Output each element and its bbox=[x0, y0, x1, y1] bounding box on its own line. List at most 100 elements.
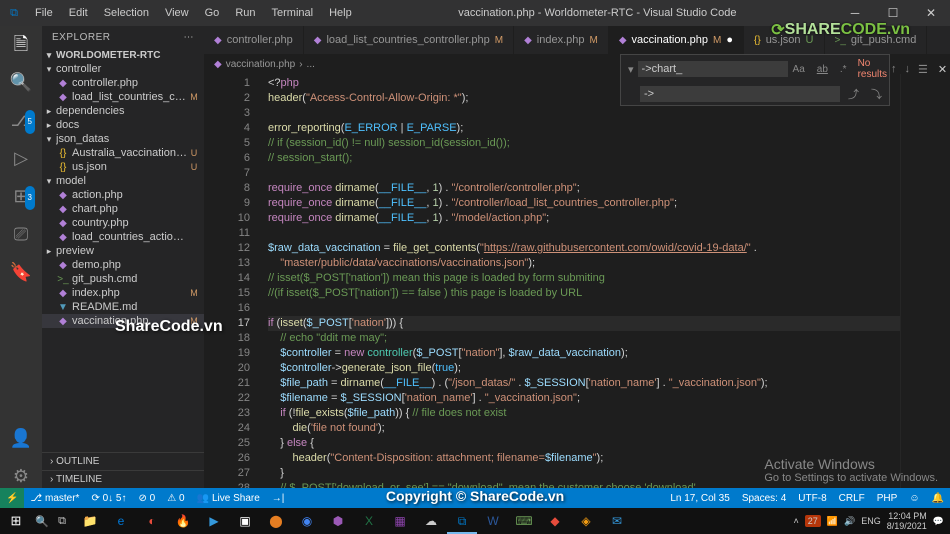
project-name[interactable]: WORLDOMETER-RTC bbox=[56, 50, 160, 61]
window-close-icon[interactable]: ✕ bbox=[912, 6, 950, 20]
window-minimize-icon[interactable]: ─ bbox=[836, 6, 874, 20]
find-input[interactable] bbox=[638, 61, 788, 77]
editor-tab[interactable]: ◆controller.php bbox=[204, 26, 304, 54]
language-mode[interactable]: PHP bbox=[871, 493, 904, 504]
remote-icon[interactable]: ⎚ bbox=[9, 222, 33, 246]
find-next-icon[interactable]: ↓ bbox=[901, 63, 915, 75]
tray-network-icon[interactable]: 📶 bbox=[827, 516, 838, 527]
menu-view[interactable]: View bbox=[158, 4, 196, 22]
file-item[interactable]: ◆chart.php bbox=[42, 202, 204, 216]
notifications-icon[interactable]: 🔔 bbox=[926, 493, 950, 504]
git-branch[interactable]: ⎇ master* bbox=[24, 493, 85, 504]
folder-item[interactable]: ▸docs bbox=[42, 118, 204, 132]
taskbar-app[interactable]: ⬤ bbox=[261, 508, 291, 534]
eol[interactable]: CRLF bbox=[833, 493, 871, 504]
folder-item[interactable]: ▾controller bbox=[42, 62, 204, 76]
regex-icon[interactable]: .* bbox=[835, 61, 852, 78]
explorer-icon[interactable]: 🗎 bbox=[9, 32, 33, 56]
file-item[interactable]: ◆action.php bbox=[42, 188, 204, 202]
tray-notifications-icon[interactable]: 💬 bbox=[933, 516, 944, 527]
taskbar-word[interactable]: W bbox=[478, 508, 508, 534]
taskbar-app[interactable]: 📁 bbox=[75, 508, 105, 534]
tray-language[interactable]: ENG bbox=[861, 516, 881, 526]
tray-volume-icon[interactable]: 🔊 bbox=[844, 516, 855, 527]
editor-tab[interactable]: ◆vaccination.phpM● bbox=[609, 26, 744, 54]
file-item[interactable]: >_git_push.cmd bbox=[42, 272, 204, 286]
replace-one-icon[interactable]: ⤴ bbox=[844, 86, 863, 102]
taskbar-app[interactable]: ◆ bbox=[540, 508, 570, 534]
tray-expand-icon[interactable]: ˄ bbox=[794, 516, 799, 526]
file-item[interactable]: ◆demo.php bbox=[42, 258, 204, 272]
code-editor[interactable]: 1234567891011121314151617181920212223242… bbox=[204, 74, 950, 488]
taskbar-excel[interactable]: X bbox=[354, 508, 384, 534]
menu-terminal[interactable]: Terminal bbox=[265, 4, 321, 22]
extensions-icon[interactable]: ⊞3 bbox=[9, 184, 33, 208]
minimap[interactable] bbox=[900, 74, 950, 488]
folder-item[interactable]: ▾json_datas bbox=[42, 132, 204, 146]
menu-run[interactable]: Run bbox=[228, 4, 262, 22]
find-close-icon[interactable]: ✕ bbox=[932, 63, 950, 76]
taskbar-chrome[interactable]: ◉ bbox=[292, 508, 322, 534]
taskbar-app[interactable]: ◈ bbox=[571, 508, 601, 534]
match-word-icon[interactable]: ab bbox=[812, 61, 833, 78]
file-item[interactable]: ◆load_countries_action.php bbox=[42, 230, 204, 244]
taskbar-search-icon[interactable]: 🔍 bbox=[32, 515, 52, 528]
account-icon[interactable]: 👤 bbox=[9, 426, 33, 450]
editor-tab[interactable]: ◆index.phpM bbox=[514, 26, 609, 54]
cursor-position[interactable]: Ln 17, Col 35 bbox=[664, 493, 736, 504]
menu-selection[interactable]: Selection bbox=[97, 4, 156, 22]
live-share[interactable]: 👥 Live Share bbox=[191, 493, 266, 504]
file-item[interactable]: {}us.jsonU bbox=[42, 160, 204, 174]
find-selection-icon[interactable]: ☰ bbox=[914, 63, 932, 76]
taskbar-edge[interactable]: e bbox=[106, 508, 136, 534]
replace-all-icon[interactable]: ⤵ bbox=[867, 86, 886, 102]
find-toggle-replace-icon[interactable]: ▾ bbox=[624, 63, 638, 76]
file-item[interactable]: ◆country.php bbox=[42, 216, 204, 230]
taskbar-app[interactable]: 🔥 bbox=[168, 508, 198, 534]
explorer-more-icon[interactable]: ⋯ bbox=[184, 32, 195, 43]
task-view-icon[interactable]: ⧉ bbox=[52, 515, 72, 528]
source-control-icon[interactable]: ⎇5 bbox=[9, 108, 33, 132]
timeline-section[interactable]: › TIMELINE bbox=[42, 470, 204, 488]
file-item[interactable]: ▼README.md bbox=[42, 300, 204, 314]
problems-errors[interactable]: ⊘ 0 bbox=[133, 493, 162, 504]
replace-input[interactable] bbox=[640, 86, 840, 102]
menu-edit[interactable]: Edit bbox=[62, 4, 95, 22]
file-item[interactable]: ◆index.phpM bbox=[42, 286, 204, 300]
run-debug-icon[interactable]: ▷ bbox=[9, 146, 33, 170]
status-indent[interactable]: →| bbox=[266, 493, 291, 504]
outline-section[interactable]: › OUTLINE bbox=[42, 452, 204, 470]
folder-item[interactable]: ▾model bbox=[42, 174, 204, 188]
file-tree[interactable]: ▾WORLDOMETER-RTC ▾controller◆controller.… bbox=[42, 49, 204, 452]
taskbar-app[interactable]: ☁ bbox=[416, 508, 446, 534]
menu-go[interactable]: Go bbox=[198, 4, 227, 22]
git-sync[interactable]: ⟳ 0↓ 5↑ bbox=[85, 493, 132, 504]
find-prev-icon[interactable]: ↑ bbox=[887, 63, 901, 75]
feedback-icon[interactable]: ☺ bbox=[903, 493, 925, 504]
editor-tab[interactable]: ◆load_list_countries_controller.phpM bbox=[304, 26, 514, 54]
folder-item[interactable]: ▸dependencies bbox=[42, 104, 204, 118]
remote-indicator[interactable]: ⚡ bbox=[0, 488, 24, 508]
start-button[interactable]: ⊞ bbox=[0, 513, 32, 529]
match-case-icon[interactable]: Aa bbox=[788, 61, 810, 78]
menu-file[interactable]: File bbox=[28, 4, 60, 22]
taskbar-app[interactable]: ⌨ bbox=[509, 508, 539, 534]
taskbar-app[interactable]: ◐ bbox=[137, 508, 167, 534]
tray-clock[interactable]: 12:04 PM8/19/2021 bbox=[887, 511, 927, 531]
settings-icon[interactable]: ⚙ bbox=[9, 464, 33, 488]
taskbar-app[interactable]: ⬢ bbox=[323, 508, 353, 534]
indent-spaces[interactable]: Spaces: 4 bbox=[736, 493, 792, 504]
taskbar-app[interactable]: ✉ bbox=[602, 508, 632, 534]
folder-item[interactable]: ▸preview bbox=[42, 244, 204, 258]
taskbar-app[interactable]: ▣ bbox=[230, 508, 260, 534]
bookmark-icon[interactable]: 🔖 bbox=[9, 260, 33, 284]
encoding[interactable]: UTF-8 bbox=[792, 493, 832, 504]
file-item[interactable]: ◆controller.php bbox=[42, 76, 204, 90]
problems-warnings[interactable]: ⚠ 0 bbox=[161, 493, 190, 504]
file-item[interactable]: ◆load_list_countries_controller.p…M bbox=[42, 90, 204, 104]
search-icon[interactable]: 🔍 bbox=[9, 70, 33, 94]
window-maximize-icon[interactable]: ☐ bbox=[874, 6, 912, 20]
menu-help[interactable]: Help bbox=[322, 4, 359, 22]
taskbar-vscode[interactable]: ⧉ bbox=[447, 508, 477, 534]
file-item[interactable]: {}Australia_vaccination.jsonU bbox=[42, 146, 204, 160]
